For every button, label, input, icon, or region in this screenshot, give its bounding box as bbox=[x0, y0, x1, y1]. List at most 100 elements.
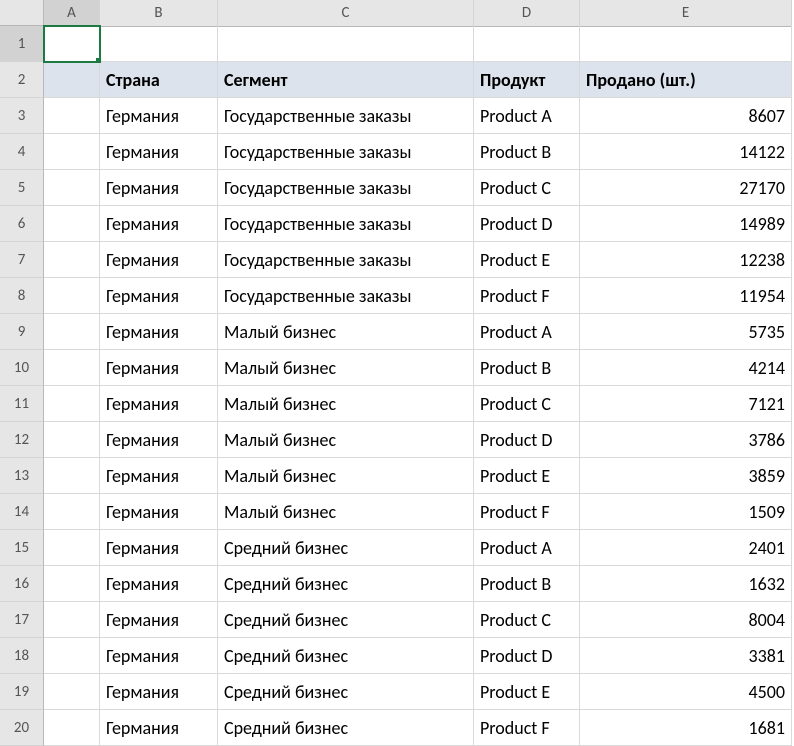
cell-sold[interactable]: 5735 bbox=[580, 314, 792, 350]
cell[interactable] bbox=[100, 26, 218, 62]
row-header-3[interactable]: 3 bbox=[0, 98, 44, 134]
cell-country[interactable]: Германия bbox=[100, 566, 218, 602]
cell-product[interactable]: Product C bbox=[474, 602, 580, 638]
row-header-16[interactable]: 16 bbox=[0, 566, 44, 602]
cell-product[interactable]: Product E bbox=[474, 674, 580, 710]
col-header-A[interactable]: A bbox=[44, 0, 100, 27]
cell-country[interactable]: Германия bbox=[100, 350, 218, 386]
cell-country[interactable]: Германия bbox=[100, 674, 218, 710]
cell-sold[interactable]: 12238 bbox=[580, 242, 792, 278]
cell-country[interactable]: Германия bbox=[100, 638, 218, 674]
cell[interactable] bbox=[44, 638, 100, 674]
cell-sold[interactable]: 11954 bbox=[580, 278, 792, 314]
cell-segment[interactable]: Государственные заказы bbox=[218, 242, 474, 278]
row-header-15[interactable]: 15 bbox=[0, 530, 44, 566]
cell-sold[interactable]: 3786 bbox=[580, 422, 792, 458]
row-header-2[interactable]: 2 bbox=[0, 62, 44, 98]
cell-country[interactable]: Германия bbox=[100, 422, 218, 458]
cell-country[interactable]: Германия bbox=[100, 458, 218, 494]
cell-product[interactable]: Product F bbox=[474, 278, 580, 314]
cell-segment[interactable]: Средний бизнес bbox=[218, 674, 474, 710]
cell-country[interactable]: Германия bbox=[100, 206, 218, 242]
header-country[interactable]: Страна bbox=[100, 62, 218, 98]
cell-country[interactable]: Германия bbox=[100, 530, 218, 566]
cell-product[interactable]: Product E bbox=[474, 458, 580, 494]
header-product[interactable]: Продукт bbox=[474, 62, 580, 98]
cell-product[interactable]: Product D bbox=[474, 422, 580, 458]
cell-segment[interactable]: Государственные заказы bbox=[218, 206, 474, 242]
cell-product[interactable]: Product A bbox=[474, 98, 580, 134]
cell-sold[interactable]: 1509 bbox=[580, 494, 792, 530]
cell-sold[interactable]: 7121 bbox=[580, 386, 792, 422]
cell-segment[interactable]: Малый бизнес bbox=[218, 458, 474, 494]
cell-segment[interactable]: Средний бизнес bbox=[218, 602, 474, 638]
col-header-D[interactable]: D bbox=[474, 0, 580, 27]
cell[interactable] bbox=[44, 206, 100, 242]
header-segment[interactable]: Сегмент bbox=[218, 62, 474, 98]
col-header-C[interactable]: C bbox=[218, 0, 474, 27]
cell[interactable] bbox=[44, 170, 100, 206]
row-header-11[interactable]: 11 bbox=[0, 386, 44, 422]
row-header-9[interactable]: 9 bbox=[0, 314, 44, 350]
select-all-corner[interactable] bbox=[0, 0, 44, 26]
cell-product[interactable]: Product D bbox=[474, 206, 580, 242]
col-header-B[interactable]: B bbox=[100, 0, 218, 27]
cell-country[interactable]: Германия bbox=[100, 314, 218, 350]
cell-sold[interactable]: 8004 bbox=[580, 602, 792, 638]
cell-product[interactable]: Product A bbox=[474, 530, 580, 566]
cell-country[interactable]: Германия bbox=[100, 494, 218, 530]
cell-sold[interactable]: 4500 bbox=[580, 674, 792, 710]
cell-product[interactable]: Product B bbox=[474, 566, 580, 602]
cell-sold[interactable]: 1632 bbox=[580, 566, 792, 602]
row-header-4[interactable]: 4 bbox=[0, 134, 44, 170]
cell[interactable] bbox=[44, 386, 100, 422]
cell-segment[interactable]: Средний бизнес bbox=[218, 638, 474, 674]
row-header-12[interactable]: 12 bbox=[0, 422, 44, 458]
row-header-8[interactable]: 8 bbox=[0, 278, 44, 314]
cell-country[interactable]: Германия bbox=[100, 134, 218, 170]
cell-country[interactable]: Германия bbox=[100, 170, 218, 206]
col-header-E[interactable]: E bbox=[580, 0, 792, 27]
cell[interactable] bbox=[44, 422, 100, 458]
cell-product[interactable]: Product F bbox=[474, 710, 580, 746]
cell-segment[interactable]: Средний бизнес bbox=[218, 566, 474, 602]
cell[interactable] bbox=[44, 278, 100, 314]
cell-segment[interactable]: Государственные заказы bbox=[218, 98, 474, 134]
cell-segment[interactable]: Малый бизнес bbox=[218, 314, 474, 350]
cell[interactable] bbox=[44, 314, 100, 350]
cell-sold[interactable]: 2401 bbox=[580, 530, 792, 566]
cell-product[interactable]: Product F bbox=[474, 494, 580, 530]
cell-country[interactable]: Германия bbox=[100, 98, 218, 134]
cell-segment[interactable]: Государственные заказы bbox=[218, 134, 474, 170]
cell-segment[interactable]: Малый бизнес bbox=[218, 494, 474, 530]
cell-segment[interactable]: Государственные заказы bbox=[218, 278, 474, 314]
row-header-6[interactable]: 6 bbox=[0, 206, 44, 242]
cell-product[interactable]: Product D bbox=[474, 638, 580, 674]
cell-product[interactable]: Product E bbox=[474, 242, 580, 278]
cell[interactable] bbox=[44, 674, 100, 710]
cell[interactable] bbox=[44, 242, 100, 278]
cell-country[interactable]: Германия bbox=[100, 242, 218, 278]
cell-product[interactable]: Product A bbox=[474, 314, 580, 350]
cell-sold[interactable]: 27170 bbox=[580, 170, 792, 206]
cell[interactable] bbox=[44, 350, 100, 386]
cell-product[interactable]: Product B bbox=[474, 350, 580, 386]
cell[interactable] bbox=[44, 134, 100, 170]
cell-product[interactable]: Product B bbox=[474, 134, 580, 170]
cell-country[interactable]: Германия bbox=[100, 386, 218, 422]
cell[interactable] bbox=[44, 458, 100, 494]
row-header-20[interactable]: 20 bbox=[0, 710, 44, 746]
cell-sold[interactable]: 1681 bbox=[580, 710, 792, 746]
cell-sold[interactable]: 3859 bbox=[580, 458, 792, 494]
cell-country[interactable]: Германия bbox=[100, 602, 218, 638]
row-header-13[interactable]: 13 bbox=[0, 458, 44, 494]
cell[interactable] bbox=[44, 530, 100, 566]
header-sold[interactable]: Продано (шт.) bbox=[580, 62, 792, 98]
cell[interactable] bbox=[44, 62, 100, 98]
cell-product[interactable]: Product C bbox=[474, 386, 580, 422]
cell-segment[interactable]: Малый бизнес bbox=[218, 422, 474, 458]
cell[interactable] bbox=[474, 26, 580, 62]
cell-A1[interactable] bbox=[44, 26, 100, 62]
cell[interactable] bbox=[44, 494, 100, 530]
cell-segment[interactable]: Малый бизнес bbox=[218, 386, 474, 422]
